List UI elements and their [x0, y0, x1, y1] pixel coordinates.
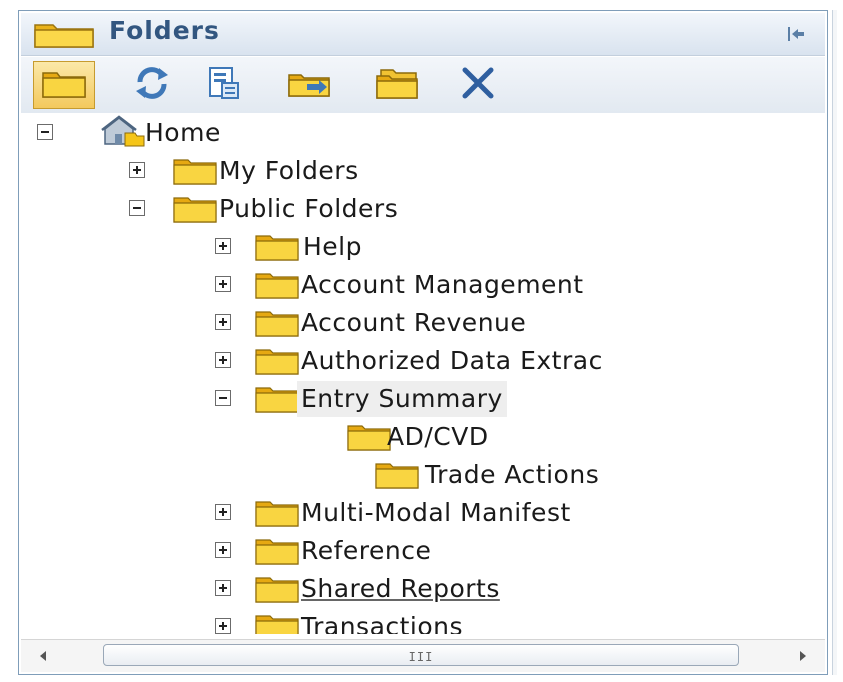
move-folder-icon [287, 67, 333, 103]
refresh-button[interactable] [121, 61, 183, 109]
folder-icon [375, 461, 419, 493]
folder-icon [173, 195, 217, 227]
tree-label[interactable]: Shared Reports [301, 571, 500, 607]
delete-x-icon [458, 65, 498, 105]
folder-icon [255, 233, 299, 265]
folder-icon [41, 67, 87, 103]
tree-label[interactable]: Trade Actions [425, 457, 599, 493]
properties-button[interactable] [193, 61, 255, 109]
refresh-icon [132, 65, 172, 105]
toolbar [21, 57, 825, 113]
collapse-toggle[interactable] [37, 124, 53, 140]
expand-toggle[interactable] [215, 504, 231, 520]
scroll-left-arrow-icon[interactable] [29, 642, 57, 670]
folder-icon [255, 385, 299, 417]
tree-label[interactable]: Public Folders [219, 191, 398, 227]
panel-title: Folders [109, 16, 220, 45]
expand-toggle[interactable] [215, 618, 231, 634]
new-folder-icon [375, 66, 421, 104]
scrollbar-thumb[interactable]: III [103, 644, 739, 666]
folder-icon [255, 613, 299, 634]
tree-label[interactable]: Account Management [301, 267, 584, 303]
folder-icon [255, 575, 299, 607]
folder-icon [255, 309, 299, 341]
folder-icon [255, 271, 299, 303]
tree-label[interactable]: Authorized Data Extrac [301, 343, 603, 379]
panel-titlebar: Folders [21, 13, 825, 56]
scroll-right-arrow-icon[interactable] [789, 642, 817, 670]
expand-toggle[interactable] [215, 352, 231, 368]
folders-panel: Folders Home My Folders Public Folders H… [18, 10, 828, 675]
horizontal-scrollbar[interactable]: III [21, 639, 825, 672]
collapse-left-icon[interactable] [785, 23, 807, 45]
expand-toggle[interactable] [215, 314, 231, 330]
folder-icon [33, 19, 95, 53]
collapse-toggle[interactable] [129, 200, 145, 216]
expand-toggle[interactable] [129, 162, 145, 178]
new-folder-button[interactable] [367, 61, 429, 109]
tree-label[interactable]: Reference [301, 533, 431, 569]
folder-icon [255, 499, 299, 531]
expand-toggle[interactable] [215, 580, 231, 596]
tree-label[interactable]: Help [303, 229, 362, 265]
document-edit-icon [204, 65, 244, 105]
tree-label[interactable]: My Folders [219, 153, 359, 189]
tree-label[interactable]: Account Revenue [301, 305, 526, 341]
tree-label[interactable]: Home [145, 115, 221, 151]
home-icon [101, 115, 145, 151]
tree-label[interactable]: Multi-Modal Manifest [301, 495, 571, 531]
tree-label[interactable]: Entry Summary [297, 381, 507, 417]
move-button[interactable] [279, 61, 341, 109]
show-folders-button[interactable] [33, 61, 95, 109]
window-edge [832, 10, 837, 675]
expand-toggle[interactable] [215, 276, 231, 292]
delete-button[interactable] [447, 61, 509, 109]
folder-icon [347, 423, 391, 455]
folder-icon [173, 157, 217, 189]
collapse-toggle[interactable] [215, 390, 231, 406]
tree-label[interactable]: AD/CVD [387, 419, 489, 455]
tree-label[interactable]: Transactions [301, 609, 463, 634]
expand-toggle[interactable] [215, 238, 231, 254]
folder-icon [255, 537, 299, 569]
folder-icon [255, 347, 299, 379]
expand-toggle[interactable] [215, 542, 231, 558]
folder-tree: Home My Folders Public Folders Help Acco… [19, 113, 827, 634]
scrollbar-grip: III [408, 650, 434, 664]
